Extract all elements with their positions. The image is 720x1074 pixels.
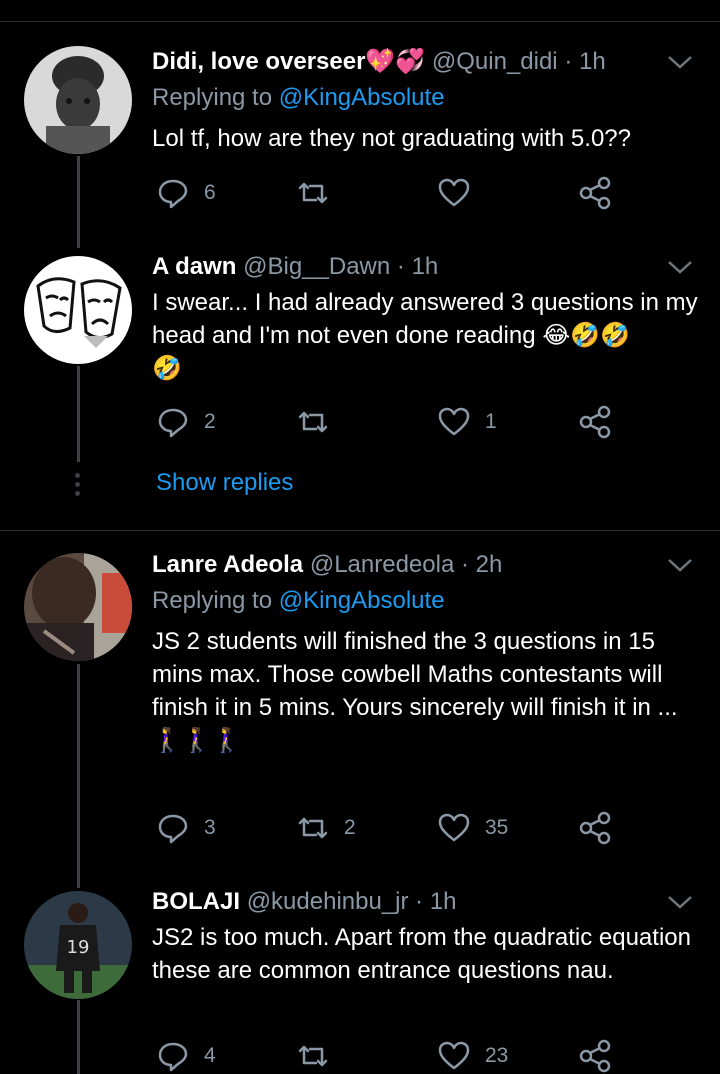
avatar[interactable] <box>24 256 132 364</box>
tweet-header: A dawn @Big__Dawn · 1h <box>152 252 438 282</box>
share-icon <box>579 405 611 439</box>
tweet-text: Lol tf, how are they not graduating with… <box>152 125 631 152</box>
replying-to: Replying to @KingAbsolute <box>152 586 445 616</box>
user-handle[interactable]: @Big__Dawn <box>243 253 390 280</box>
reply-icon <box>158 1042 188 1072</box>
tweet-text: I swear... I had already answered 3 ques… <box>152 286 702 385</box>
like-count: 35 <box>485 816 509 839</box>
user-handle[interactable]: @Lanredeola <box>310 551 454 578</box>
thread-divider <box>0 530 720 531</box>
reply-count: 6 <box>204 181 216 204</box>
like-count: 23 <box>485 1044 509 1067</box>
reply-button[interactable]: 2 <box>156 404 216 440</box>
mention-link[interactable]: @KingAbsolute <box>279 84 445 111</box>
share-button[interactable] <box>578 175 612 211</box>
retweet-icon <box>298 817 328 839</box>
mention-link[interactable]: @KingAbsolute <box>279 587 445 614</box>
share-button[interactable] <box>578 810 612 846</box>
thread-line <box>77 156 80 248</box>
user-handle[interactable]: @kudehinbu_jr <box>247 888 409 915</box>
retweet-button[interactable] <box>296 175 344 211</box>
like-button[interactable]: 23 <box>437 1038 508 1074</box>
retweet-count: 2 <box>344 816 356 839</box>
tweet-text: JS2 is too much. Apart from the quadrati… <box>152 924 691 984</box>
tweet-text-content: I swear... I had already answered 3 ques… <box>152 289 698 349</box>
display-name[interactable]: Didi, love overseer💖💞 <box>152 48 425 75</box>
timestamp[interactable]: · 1h <box>397 253 438 280</box>
replying-to-label: Replying to <box>152 587 279 614</box>
reply-icon <box>158 814 188 844</box>
avatar[interactable] <box>24 553 132 661</box>
show-replies-link[interactable]: Show replies <box>156 469 293 497</box>
tweet-text-emoji: 🤣 <box>152 355 182 382</box>
thread-more-dots <box>75 473 81 500</box>
share-icon <box>579 176 611 210</box>
retweet-icon <box>298 411 328 433</box>
heart-icon <box>438 178 470 207</box>
heart-icon <box>438 1041 470 1070</box>
heart-icon <box>438 407 470 436</box>
reply-count: 3 <box>204 816 216 839</box>
reply-count: 4 <box>204 1044 216 1067</box>
chevron-down-icon[interactable] <box>666 52 694 72</box>
like-button[interactable]: 1 <box>437 404 497 440</box>
replying-to: Replying to @KingAbsolute <box>152 83 445 113</box>
reply-icon <box>158 408 188 438</box>
reply-button[interactable]: 3 <box>156 810 216 846</box>
tweet-header: Didi, love overseer💖💞 @Quin_didi · 1h <box>152 47 606 77</box>
reply-icon <box>158 179 188 209</box>
chevron-down-icon[interactable] <box>666 555 694 575</box>
tweet-header: Lanre Adeola @Lanredeola · 2h <box>152 550 502 580</box>
retweet-icon <box>298 1045 328 1067</box>
retweet-icon <box>298 182 328 204</box>
avatar[interactable]: 19 <box>24 891 132 999</box>
heart-icon <box>438 813 470 842</box>
replying-to-label: Replying to <box>152 84 279 111</box>
retweet-button[interactable] <box>296 1038 344 1074</box>
avatar[interactable] <box>24 46 132 154</box>
thread-line <box>77 1000 80 1074</box>
thread-line <box>77 664 80 888</box>
display-name[interactable]: A dawn <box>152 253 236 280</box>
share-button[interactable] <box>578 1038 612 1074</box>
retweet-button[interactable]: 2 <box>296 810 356 846</box>
tweet-text: JS 2 students will finished the 3 questi… <box>152 625 702 757</box>
jersey-number: 19 <box>67 937 90 958</box>
tweet-header: BOLAJI @kudehinbu_jr · 1h <box>152 887 457 917</box>
timestamp[interactable]: · 1h <box>415 888 456 915</box>
chevron-down-icon[interactable] <box>666 892 694 912</box>
reply-button[interactable]: 6 <box>156 175 216 211</box>
share-icon <box>579 1039 611 1073</box>
like-button[interactable]: 35 <box>437 810 508 846</box>
share-button[interactable] <box>578 404 612 440</box>
retweet-button[interactable] <box>296 404 344 440</box>
reply-button[interactable]: 4 <box>156 1038 216 1074</box>
like-count: 1 <box>485 410 497 433</box>
user-handle[interactable]: @Quin_didi <box>432 48 558 75</box>
display-name[interactable]: BOLAJI <box>152 888 240 915</box>
top-divider <box>0 21 720 22</box>
timestamp[interactable]: · 2h <box>461 551 502 578</box>
share-icon <box>579 811 611 845</box>
like-button[interactable] <box>437 175 485 211</box>
chevron-down-icon[interactable] <box>666 257 694 277</box>
tweet-text-emoji: 🚶‍♀️🚶‍♀️🚶‍♀️ <box>152 727 242 754</box>
thread-line <box>77 366 80 462</box>
reply-count: 2 <box>204 410 216 433</box>
display-name[interactable]: Lanre Adeola <box>152 551 303 578</box>
timestamp[interactable]: · 1h <box>564 48 605 75</box>
tweet-text-content: JS 2 students will finished the 3 questi… <box>152 628 678 721</box>
